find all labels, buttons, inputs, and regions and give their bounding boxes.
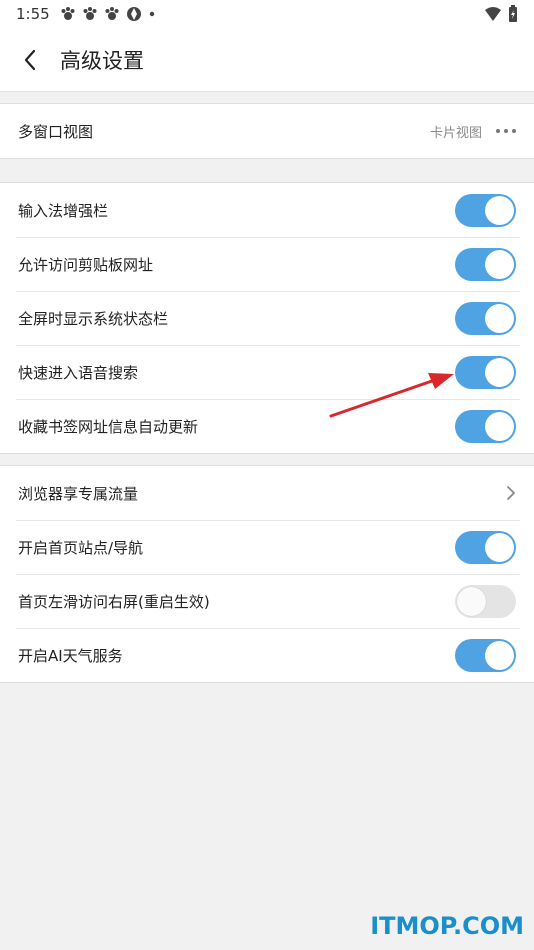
setting-row-fullscreen-status-bar: 全屏时显示系统状态栏 (0, 291, 534, 345)
setting-value: 卡片视图 (429, 125, 482, 141)
aperture-icon (126, 7, 141, 21)
chevron-right-icon (507, 486, 515, 500)
paw-icon (61, 7, 75, 20)
status-bar: 1:55 (0, 0, 534, 28)
setting-row-multi-window-view[interactable]: 多窗口视图 卡片视图 (0, 104, 534, 158)
setting-label: 全屏时显示系统状态栏 (18, 309, 169, 328)
app-bar: 高级设置 (0, 28, 534, 92)
battery-icon (509, 5, 517, 22)
setting-label: 多窗口视图 (18, 122, 94, 141)
setting-label: 开启首页站点/导航 (18, 538, 144, 557)
paw-icon (83, 7, 97, 20)
settings-group-window: 多窗口视图 卡片视图 (0, 103, 534, 159)
back-button[interactable] (0, 28, 60, 92)
setting-label: 允许访问剪贴板网址 (18, 255, 154, 274)
more-dots-icon[interactable] (496, 129, 516, 133)
toggle-switch[interactable] (455, 584, 516, 618)
settings-group-homepage: 浏览器享专属流量 开启首页站点/导航 首页左滑访问右屏(重启生效) 开启AI天气… (0, 465, 534, 683)
status-system-icons (484, 5, 518, 23)
toggle-switch[interactable] (455, 638, 516, 672)
setting-label: 快速进入语音搜索 (18, 363, 139, 382)
toggle-switch[interactable] (455, 530, 516, 564)
setting-row-homepage-sites: 开启首页站点/导航 (0, 520, 534, 574)
settings-group-general: 输入法增强栏 允许访问剪贴板网址 全屏时显示系统状态栏 快速进入语音搜索 收藏书… (0, 182, 534, 454)
setting-row-exclusive-traffic[interactable]: 浏览器享专属流量 (0, 466, 534, 520)
setting-row-swipe-right-screen: 首页左滑访问右屏(重启生效) (0, 574, 534, 628)
setting-label: 浏览器享专属流量 (18, 484, 139, 503)
setting-label: 收藏书签网址信息自动更新 (18, 417, 199, 436)
toggle-switch[interactable] (455, 355, 516, 389)
dot-icon (149, 11, 154, 17)
setting-label: 输入法增强栏 (18, 201, 109, 220)
status-time: 1:55 (16, 5, 50, 23)
setting-row-ai-weather: 开启AI天气服务 (0, 628, 534, 682)
toggle-switch[interactable] (455, 193, 516, 227)
setting-label: 开启AI天气服务 (18, 646, 123, 665)
toggle-switch[interactable] (455, 301, 516, 335)
setting-label: 首页左滑访问右屏(重启生效) (18, 592, 210, 611)
page-title: 高级设置 (60, 48, 144, 73)
watermark-logo: ITMOP.COM (370, 912, 524, 940)
toggle-switch[interactable] (455, 409, 516, 443)
wifi-icon (485, 7, 501, 21)
toggle-switch[interactable] (455, 247, 516, 281)
chevron-left-icon (24, 49, 36, 70)
setting-row-ime-toolbar: 输入法增强栏 (0, 183, 534, 237)
setting-row-bookmark-auto-update: 收藏书签网址信息自动更新 (0, 399, 534, 453)
status-notification-icons (60, 6, 156, 22)
setting-row-clipboard-url: 允许访问剪贴板网址 (0, 237, 534, 291)
paw-icon (105, 7, 119, 20)
setting-row-voice-search: 快速进入语音搜索 (0, 345, 534, 399)
